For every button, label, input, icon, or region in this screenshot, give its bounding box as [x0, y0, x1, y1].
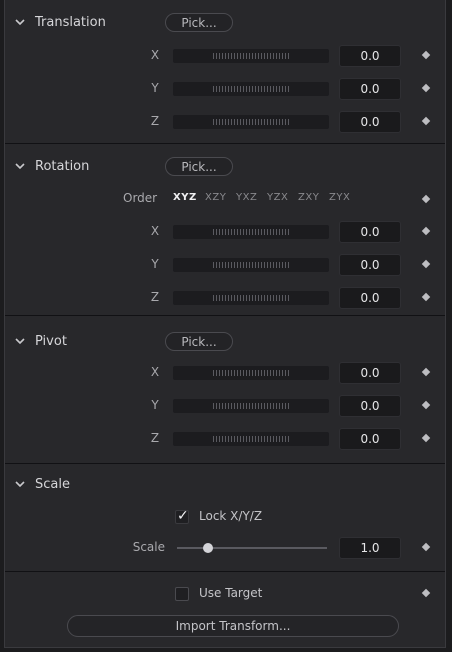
axis-label: Z — [150, 290, 160, 304]
pivot-section: Pivot Pick... X 0.0 Y 0.0 Z 0.0 — [5, 315, 445, 464]
translation-x-field[interactable]: 0.0 — [339, 45, 401, 67]
lock-xyz-checkbox[interactable]: ✓ — [175, 508, 189, 524]
pivot-y-field[interactable]: 0.0 — [339, 395, 401, 417]
checkmark-icon: ✓ — [177, 508, 189, 524]
rotation-section: Rotation Pick... Order XYZ XZY YXZ YZX Z… — [5, 143, 445, 316]
pivot-z-row: Z 0.0 — [5, 428, 445, 450]
thumbwheel-ticks — [213, 262, 289, 268]
rotation-header[interactable]: Rotation — [13, 156, 89, 176]
use-target-label: Use Target — [199, 586, 263, 600]
thumbwheel-ticks — [213, 119, 289, 125]
use-target-checkbox[interactable] — [175, 587, 189, 601]
order-option-xyz[interactable]: XYZ — [173, 192, 197, 203]
thumbwheel-ticks — [213, 53, 289, 59]
diamond-keyframe-icon[interactable] — [421, 194, 431, 204]
pivot-pick-button[interactable]: Pick... — [165, 332, 233, 351]
transform-inspector-panel: Translation Pick... X 0.0 Y 0.0 Z 0.0 Ro… — [4, 0, 446, 648]
rotation-z-field[interactable]: 0.0 — [339, 287, 401, 309]
order-option-yzx[interactable]: YZX — [267, 192, 288, 203]
pivot-x-thumbwheel[interactable] — [173, 366, 329, 380]
chevron-down-icon — [15, 338, 25, 345]
import-transform-button[interactable]: Import Transform... — [67, 615, 399, 637]
thumbwheel-ticks — [213, 436, 289, 442]
axis-label: X — [150, 365, 160, 379]
pivot-x-row: X 0.0 — [5, 362, 445, 384]
translation-y-thumbwheel[interactable] — [173, 82, 329, 96]
axis-label: X — [150, 224, 160, 238]
scale-header[interactable]: Scale — [13, 474, 70, 494]
translation-x-row: X 0.0 — [5, 45, 445, 67]
order-option-yxz[interactable]: YXZ — [236, 192, 257, 203]
scale-row: Scale 1.0 — [5, 537, 445, 559]
diamond-keyframe-icon[interactable] — [421, 433, 431, 443]
thumbwheel-ticks — [213, 403, 289, 409]
order-label: Order — [123, 191, 158, 205]
diamond-keyframe-icon[interactable] — [421, 292, 431, 302]
pivot-z-thumbwheel[interactable] — [173, 432, 329, 446]
rotation-z-thumbwheel[interactable] — [173, 291, 329, 305]
axis-label: Z — [150, 114, 160, 128]
scale-field[interactable]: 1.0 — [339, 537, 401, 559]
pivot-y-thumbwheel[interactable] — [173, 399, 329, 413]
rotation-order-row: Order XYZ XZY YXZ YZX ZXY ZYX — [5, 189, 445, 211]
rotation-y-thumbwheel[interactable] — [173, 258, 329, 272]
chevron-down-icon — [15, 19, 25, 26]
rotation-y-row: Y 0.0 — [5, 254, 445, 276]
axis-label: X — [150, 48, 160, 62]
thumbwheel-ticks — [213, 370, 289, 376]
diamond-keyframe-icon[interactable] — [421, 50, 431, 60]
rotation-pick-button[interactable]: Pick... — [165, 157, 233, 176]
scale-label: Scale — [132, 540, 165, 554]
rotation-x-row: X 0.0 — [5, 221, 445, 243]
section-title: Scale — [35, 476, 70, 492]
pivot-z-field[interactable]: 0.0 — [339, 428, 401, 450]
diamond-keyframe-icon[interactable] — [421, 367, 431, 377]
order-option-zxy[interactable]: ZXY — [298, 192, 319, 203]
order-option-xzy[interactable]: XZY — [205, 192, 226, 203]
diamond-keyframe-icon[interactable] — [421, 116, 431, 126]
target-section: Use Target — [5, 571, 445, 649]
rotation-z-row: Z 0.0 — [5, 287, 445, 309]
translation-z-field[interactable]: 0.0 — [339, 111, 401, 133]
use-target-row: Use Target — [5, 583, 445, 605]
pivot-header[interactable]: Pivot — [13, 331, 67, 351]
section-title: Pivot — [35, 333, 67, 349]
scale-slider-track[interactable] — [177, 547, 327, 549]
diamond-keyframe-icon[interactable] — [421, 259, 431, 269]
translation-y-field[interactable]: 0.0 — [339, 78, 401, 100]
rotation-x-field[interactable]: 0.0 — [339, 221, 401, 243]
chevron-down-icon — [15, 163, 25, 170]
pivot-y-row: Y 0.0 — [5, 395, 445, 417]
axis-label: Y — [151, 81, 159, 95]
diamond-keyframe-icon[interactable] — [421, 226, 431, 236]
translation-header[interactable]: Translation — [13, 12, 106, 32]
pivot-x-field[interactable]: 0.0 — [339, 362, 401, 384]
translation-y-row: Y 0.0 — [5, 78, 445, 100]
axis-label: Y — [151, 398, 159, 412]
diamond-keyframe-icon[interactable] — [421, 400, 431, 410]
lock-xyz-label: Lock X/Y/Z — [199, 509, 263, 523]
section-title: Translation — [35, 14, 106, 30]
diamond-keyframe-icon[interactable] — [421, 588, 431, 598]
thumbwheel-ticks — [213, 295, 289, 301]
translation-pick-button[interactable]: Pick... — [165, 13, 233, 32]
lock-xyz-row: ✓ Lock X/Y/Z — [5, 506, 445, 528]
axis-label: Z — [150, 431, 160, 445]
rotation-y-field[interactable]: 0.0 — [339, 254, 401, 276]
translation-section: Translation Pick... X 0.0 Y 0.0 Z 0.0 — [5, 0, 445, 143]
scale-slider-handle[interactable] — [203, 543, 213, 553]
axis-label: Y — [151, 257, 159, 271]
thumbwheel-ticks — [213, 86, 289, 92]
order-option-zyx[interactable]: ZYX — [329, 192, 350, 203]
rotation-x-thumbwheel[interactable] — [173, 225, 329, 239]
diamond-keyframe-icon[interactable] — [421, 83, 431, 93]
diamond-keyframe-icon[interactable] — [421, 542, 431, 552]
translation-x-thumbwheel[interactable] — [173, 49, 329, 63]
translation-z-row: Z 0.0 — [5, 111, 445, 133]
thumbwheel-ticks — [213, 229, 289, 235]
translation-z-thumbwheel[interactable] — [173, 115, 329, 129]
section-title: Rotation — [35, 158, 90, 174]
chevron-down-icon — [15, 481, 25, 488]
scale-section: Scale ✓ Lock X/Y/Z Scale 1.0 — [5, 463, 445, 572]
